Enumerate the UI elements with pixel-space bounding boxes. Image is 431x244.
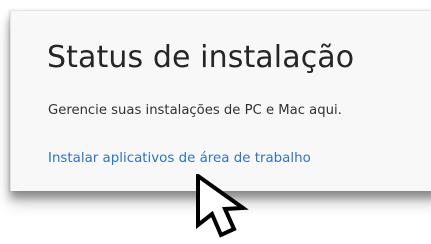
install-desktop-apps-link[interactable]: Instalar aplicativos de área de trabalho [48, 151, 311, 166]
install-status-card: Status de instalação Gerencie suas insta… [10, 10, 431, 191]
install-status-description: Gerencie suas instalações de PC e Mac aq… [48, 103, 342, 118]
arrow-cursor-icon [196, 174, 249, 238]
screenshot-stage: Status de instalação Gerencie suas insta… [0, 0, 431, 244]
page-title: Status de instalação [47, 40, 355, 75]
